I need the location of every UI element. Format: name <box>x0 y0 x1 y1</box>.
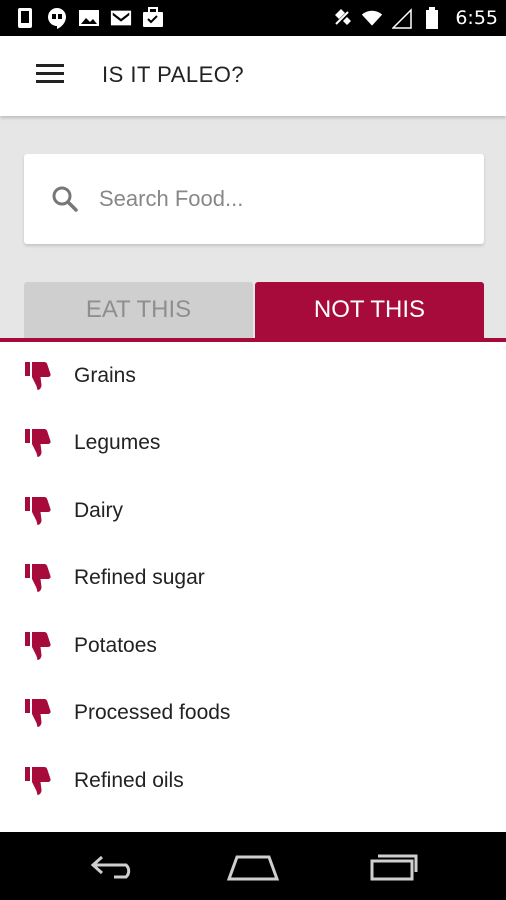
list-item-label: Potatoes <box>74 633 157 657</box>
list-item-label: Processed foods <box>74 701 231 725</box>
phone-icon <box>14 7 36 29</box>
food-list: Grains Legumes Dairy Refined sugar Potat… <box>0 342 506 832</box>
search-section: EAT THIS NOT THIS <box>0 116 506 341</box>
rotate-off-icon <box>331 7 353 29</box>
list-item[interactable]: Processed foods <box>0 680 506 748</box>
back-icon[interactable] <box>84 846 144 886</box>
list-item-label: Refined oils <box>74 768 184 792</box>
notification-icons <box>14 0 164 36</box>
list-item-label: Dairy <box>74 498 124 522</box>
status-bar: 6:55 <box>0 0 506 36</box>
app-title: IS IT PALEO? <box>102 62 245 87</box>
list-item-label: Grains <box>74 363 136 387</box>
tab-bar: EAT THIS NOT THIS <box>24 282 484 338</box>
list-item[interactable]: Legumes <box>0 410 506 478</box>
thumbs-down-icon <box>24 427 52 459</box>
clock-time: 6:55 <box>455 7 498 29</box>
signal-icon <box>391 7 413 29</box>
search-icon <box>50 184 80 214</box>
tab-not-this[interactable]: NOT THIS <box>255 282 484 338</box>
list-item[interactable]: Refined sugar <box>0 545 506 613</box>
list-item[interactable]: Potatoes <box>0 612 506 680</box>
hangouts-icon <box>46 7 68 29</box>
image-icon <box>78 7 100 29</box>
thumbs-down-icon <box>24 630 52 662</box>
search-box[interactable] <box>24 154 484 244</box>
thumbs-down-icon <box>24 765 52 797</box>
thumbs-down-icon <box>24 495 52 527</box>
list-item-label: Refined sugar <box>74 566 205 590</box>
list-item[interactable]: Dairy <box>0 477 506 545</box>
list-item[interactable]: Grains <box>0 342 506 410</box>
system-icons: 6:55 <box>331 0 498 36</box>
thumbs-down-icon <box>24 697 52 729</box>
thumbs-down-icon <box>24 562 52 594</box>
wifi-icon <box>361 7 383 29</box>
recents-icon[interactable] <box>364 846 424 886</box>
gmail-icon <box>110 7 132 29</box>
tab-eat-this[interactable]: EAT THIS <box>24 282 253 338</box>
navigation-bar <box>0 832 506 900</box>
battery-icon <box>421 7 443 29</box>
list-item[interactable]: Refined oils <box>0 747 506 815</box>
app-bar: IS IT PALEO? <box>0 36 506 116</box>
thumbs-down-icon <box>24 360 52 392</box>
briefcase-icon <box>142 7 164 29</box>
hamburger-menu-icon[interactable] <box>36 64 66 88</box>
home-icon[interactable] <box>223 846 283 886</box>
list-item-label: Legumes <box>74 431 161 455</box>
search-input[interactable] <box>99 178 459 220</box>
